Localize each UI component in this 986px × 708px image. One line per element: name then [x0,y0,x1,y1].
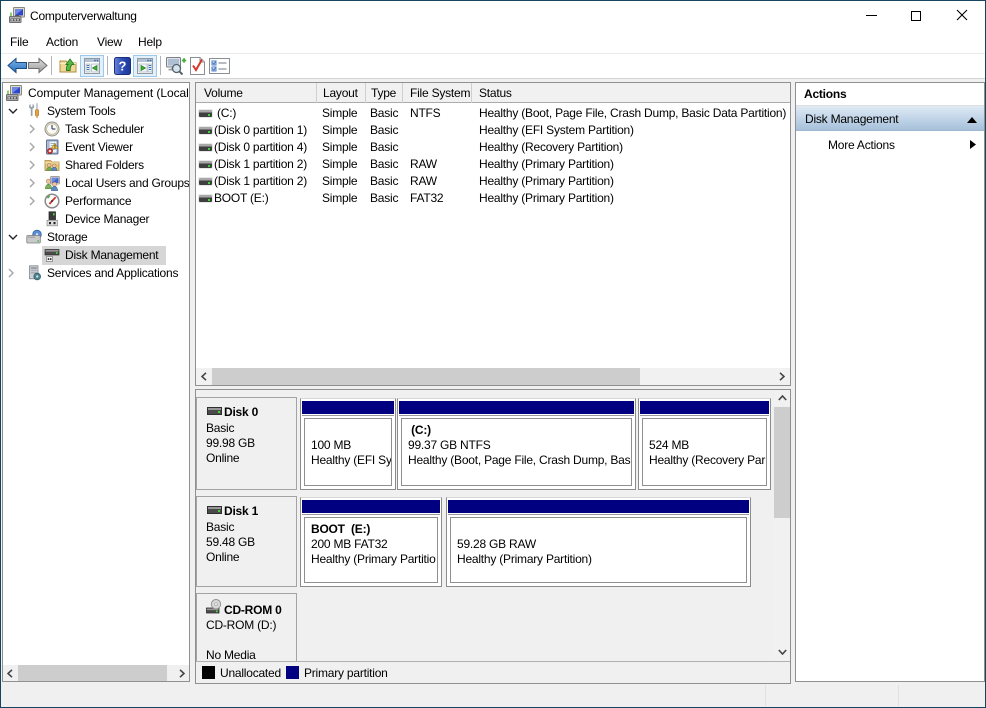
svg-text:?: ? [119,59,127,74]
